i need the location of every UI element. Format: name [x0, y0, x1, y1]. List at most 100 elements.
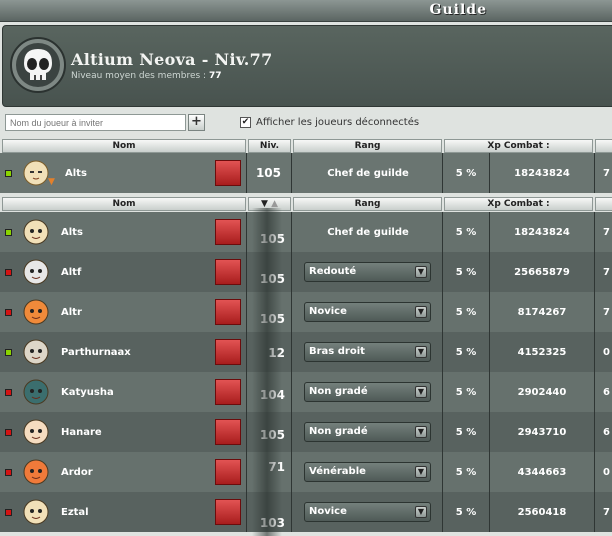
player-name: Eztal — [61, 507, 89, 518]
extra-value: 0 — [603, 347, 610, 358]
player-level: 105 — [255, 166, 281, 180]
column-header-rank[interactable]: Rang — [293, 197, 442, 211]
column-header-extra[interactable] — [595, 197, 612, 211]
player-name: Katyusha — [61, 387, 114, 398]
column-header-xp[interactable]: Xp Combat : — [444, 197, 593, 211]
table-row[interactable]: Parthurnaax 12 Bras droit ▼ 5 % 4152325 … — [0, 332, 612, 372]
column-header-xp[interactable]: Xp Combat : — [444, 139, 593, 153]
table-row[interactable]: Alts 105 Chef de guilde 5 % 18243824 7 — [0, 212, 612, 252]
guild-name: Altium Neova - Niv.77 — [71, 50, 273, 69]
rank-badge-icon — [215, 339, 241, 365]
avatar — [23, 459, 49, 485]
extra-value: 6 — [603, 427, 610, 438]
avatar — [23, 160, 49, 186]
table-row[interactable]: Katyusha 104 Non gradé ▼ 5 % 2902440 6 — [0, 372, 612, 412]
column-header-rank[interactable]: Rang — [293, 139, 442, 153]
xp-percent: 5 % — [455, 227, 477, 238]
player-name: Altr — [61, 307, 82, 318]
rank-select[interactable]: Redouté ▼ — [304, 262, 431, 282]
player-name: Altf — [61, 267, 82, 278]
rank-badge-icon — [215, 419, 241, 445]
avatar — [23, 419, 49, 445]
avatar — [23, 219, 49, 245]
column-header-extra[interactable] — [595, 139, 612, 153]
chevron-down-icon[interactable]: ▼ — [415, 346, 427, 358]
player-name: Alts — [61, 227, 83, 238]
player-rank: Chef de guilde — [327, 168, 409, 179]
extra-value: 7 — [603, 267, 610, 278]
status-online-icon — [5, 349, 12, 356]
column-header-name[interactable]: Nom — [2, 139, 246, 153]
rank-select[interactable]: Vénérable ▼ — [304, 462, 431, 482]
invite-player-input[interactable] — [5, 114, 186, 131]
rank-select-value: Novice — [309, 306, 347, 317]
chevron-down-icon[interactable]: ▼ — [415, 426, 427, 438]
xp-percent: 5 % — [455, 307, 477, 318]
extra-value: 7 — [603, 227, 610, 238]
extra-value: 6 — [603, 387, 610, 398]
avg-level-label: Niveau moyen des membres : — [71, 71, 207, 81]
status-offline-icon — [5, 269, 12, 276]
extra-value: 0 — [603, 467, 610, 478]
player-name: Ardor — [61, 467, 93, 478]
status-offline-icon — [5, 429, 12, 436]
rank-select-value: Redouté — [309, 266, 357, 277]
chevron-down-icon[interactable]: ▼ — [415, 506, 427, 518]
xp-combat: 2902440 — [517, 387, 567, 398]
show-disconnected-checkbox[interactable]: ✔ — [240, 117, 251, 128]
avg-level-value: 77 — [208, 71, 222, 81]
rank-badge-icon — [215, 160, 241, 186]
avatar — [23, 299, 49, 325]
chevron-down-icon[interactable]: ▼ — [415, 306, 427, 318]
status-offline-icon — [5, 509, 12, 516]
status-offline-icon — [5, 469, 12, 476]
guild-average-level: Niveau moyen des membres : 77 — [71, 71, 222, 81]
player-name: Parthurnaax — [61, 347, 131, 358]
extra-value: 7 — [603, 507, 610, 518]
caret-down-icon[interactable]: ▼ — [48, 177, 55, 187]
rank-select[interactable]: Non gradé ▼ — [304, 422, 431, 442]
rank-badge-icon — [215, 219, 241, 245]
xp-combat: 8174267 — [517, 307, 567, 318]
table-row[interactable]: Hanare 105 Non gradé ▼ 5 % 2943710 6 — [0, 412, 612, 452]
column-header-name[interactable]: Nom — [2, 197, 246, 211]
xp-percent: 5 % — [455, 267, 477, 278]
table-row[interactable]: Eztal 103 Novice ▼ 5 % 2560418 7 — [0, 492, 612, 532]
xp-combat: 4344663 — [517, 467, 567, 478]
column-header-level[interactable]: Niv. — [248, 139, 291, 153]
status-online-icon — [5, 229, 12, 236]
avatar — [23, 339, 49, 365]
extra-value: 7 — [603, 168, 610, 179]
rank-select[interactable]: Bras droit ▼ — [304, 342, 431, 362]
guild-header: Altium Neova - Niv.77 Niveau moyen des m… — [2, 25, 612, 107]
status-offline-icon — [5, 309, 12, 316]
level-column-shade — [252, 208, 282, 536]
xp-combat: 2560418 — [517, 507, 567, 518]
rank-badge-icon — [215, 499, 241, 525]
rank-select[interactable]: Novice ▼ — [304, 502, 431, 522]
table-row[interactable]: Altr 105 Novice ▼ 5 % 8174267 7 — [0, 292, 612, 332]
player-name: Alts — [65, 168, 87, 179]
avatar — [23, 259, 49, 285]
rank-select[interactable]: Novice ▼ — [304, 302, 431, 322]
chevron-down-icon[interactable]: ▼ — [415, 466, 427, 478]
own-player-row[interactable]: ▼ Alts 105 Chef de guilde 5 % 18243824 7 — [0, 153, 612, 193]
xp-combat: 25665879 — [514, 267, 570, 278]
invite-add-button[interactable]: + — [188, 114, 205, 131]
xp-percent: 5 % — [455, 387, 477, 398]
avatar — [23, 379, 49, 405]
rank-select-value: Non gradé — [309, 386, 368, 397]
xp-combat: 18243824 — [514, 227, 570, 238]
window-title: Guilde — [429, 2, 487, 18]
rank-select[interactable]: Non gradé ▼ — [304, 382, 431, 402]
xp-combat: 4152325 — [517, 347, 567, 358]
xp-percent: 5 % — [455, 467, 477, 478]
table-row[interactable]: Ardor 71 Vénérable ▼ 5 % 4344663 0 — [0, 452, 612, 492]
table-row[interactable]: Altf 105 Redouté ▼ 5 % 25665879 7 — [0, 252, 612, 292]
xp-percent: 5 % — [455, 427, 477, 438]
rank-select-value: Bras droit — [309, 346, 365, 357]
chevron-down-icon[interactable]: ▼ — [415, 386, 427, 398]
chevron-down-icon[interactable]: ▼ — [415, 266, 427, 278]
rank-select-value: Novice — [309, 506, 347, 517]
xp-percent: 5 % — [455, 507, 477, 518]
